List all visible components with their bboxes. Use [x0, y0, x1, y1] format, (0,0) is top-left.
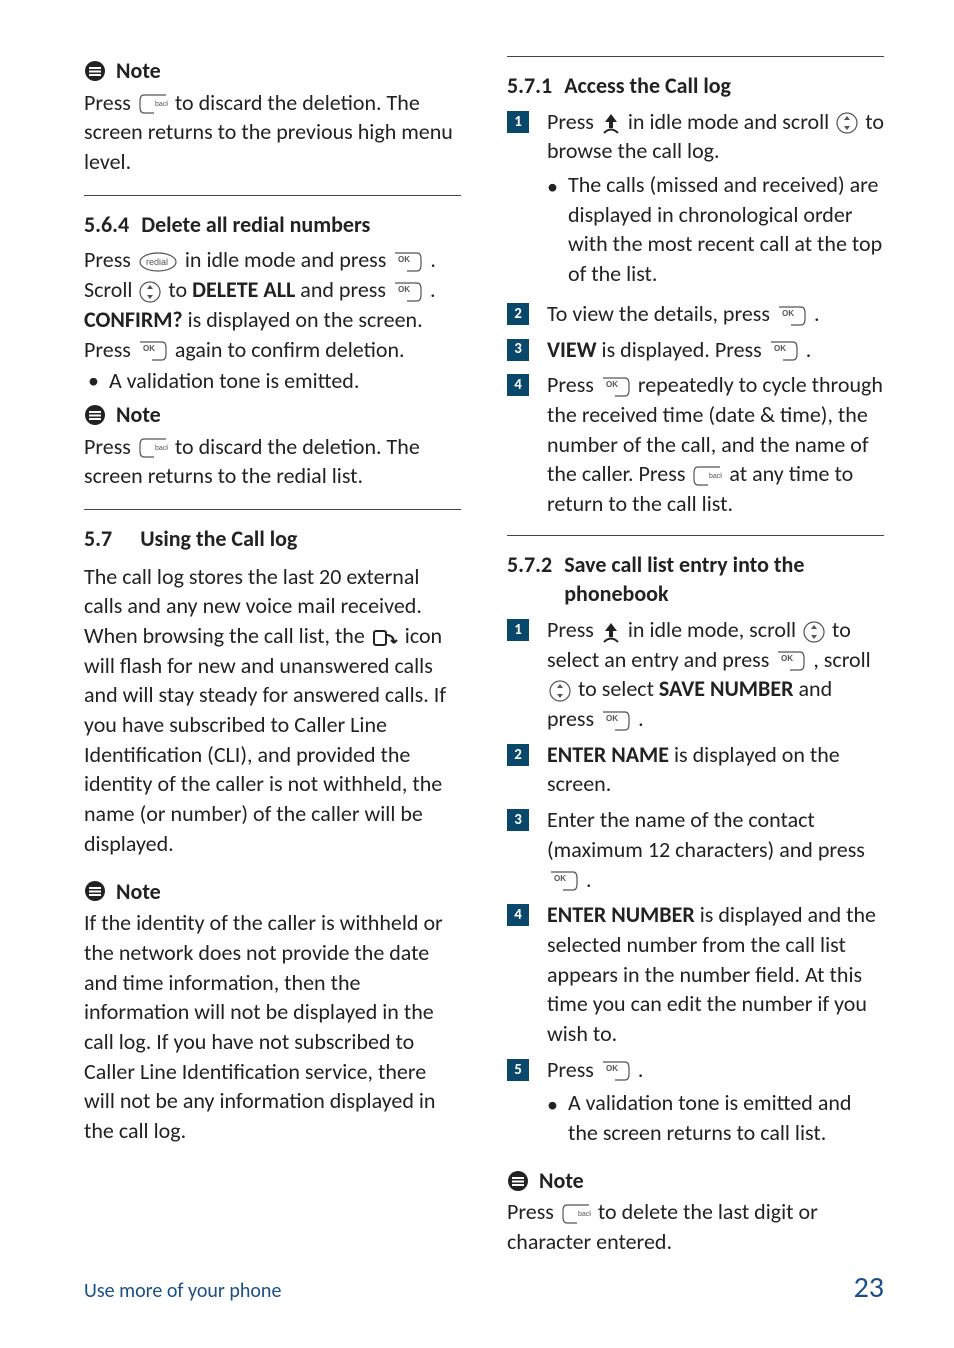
- ok-key-icon: [601, 1060, 631, 1082]
- step-item: 4 Press repeatedly to cycle through the …: [507, 370, 884, 518]
- ok-key-icon: [393, 281, 423, 303]
- step-item: 3 VIEW is displayed. Press .: [507, 335, 884, 365]
- note-body: Press to discard the deletion. The scree…: [84, 432, 461, 491]
- step-number: 4: [507, 374, 529, 396]
- step-item: 1 Press in idle mode, scroll to select a…: [507, 615, 884, 734]
- back-key-icon: [692, 465, 722, 487]
- left-column: Note Press to discard the deletion. The …: [84, 56, 461, 1257]
- heading-5-7-2: 5.7.2 Save call list entry into the phon…: [507, 550, 884, 609]
- step-number: 1: [507, 111, 529, 133]
- steps-5-7-2: 1 Press in idle mode, scroll to select a…: [507, 615, 884, 1152]
- note-heading: Note: [84, 877, 461, 907]
- step-item: 2 ENTER NAME is displayed on the screen.: [507, 740, 884, 799]
- note-heading: Note: [507, 1166, 884, 1196]
- bullet-dot: •: [547, 172, 558, 289]
- step-number: 3: [507, 809, 529, 831]
- note-icon: [84, 880, 106, 902]
- step-item: 1 Press in idle mode and scroll to brows…: [507, 107, 884, 293]
- footer-section-title: Use more of your phone: [84, 1278, 281, 1305]
- ok-key-icon: [393, 251, 423, 273]
- view-label: VIEW: [547, 336, 597, 363]
- heading-5-7-1: 5.7.1 Access the Call log: [507, 71, 884, 101]
- step-number: 4: [507, 904, 529, 926]
- bullet-dot: •: [88, 366, 99, 396]
- divider: [507, 56, 884, 57]
- note-icon: [507, 1170, 529, 1192]
- sub-bullet: • A validation tone is emitted and the s…: [547, 1088, 884, 1147]
- step-item: 2 To view the details, press .: [507, 299, 884, 329]
- ok-key-icon: [769, 340, 799, 362]
- heading-5-6-4: 5.6.4 Delete all redial numbers: [84, 210, 461, 240]
- note-body: If the identity of the caller is withhel…: [84, 908, 461, 1146]
- ok-key-icon: [549, 870, 579, 892]
- right-column: 5.7.1 Access the Call log 1 Press in idl…: [507, 56, 884, 1257]
- sub-bullet: • The calls (missed and received) are di…: [547, 170, 884, 289]
- divider: [507, 535, 884, 536]
- note-label: Note: [116, 877, 161, 907]
- heading-5-7: 5.7 Using the Call log: [84, 524, 461, 554]
- ok-key-icon: [776, 650, 806, 672]
- redial-key-icon: [138, 251, 178, 273]
- delete-all-label: DELETE ALL: [192, 276, 295, 303]
- note-label: Note: [539, 1166, 584, 1196]
- body-text: Press in idle mode and press . Scroll to…: [84, 245, 461, 304]
- call-log-up-icon: [601, 621, 621, 643]
- call-log-up-icon: [601, 112, 621, 134]
- ok-key-icon: [138, 340, 168, 362]
- note-icon: [84, 60, 106, 82]
- call-log-icon: [372, 627, 398, 649]
- enter-name-label: ENTER NAME: [547, 741, 669, 768]
- divider: [84, 195, 461, 196]
- back-key-icon: [561, 1203, 591, 1225]
- scroll-key-icon: [549, 680, 571, 702]
- page-number: 23: [854, 1268, 884, 1309]
- scroll-key-icon: [139, 281, 161, 303]
- step-number: 3: [507, 339, 529, 361]
- step-number: 5: [507, 1059, 529, 1081]
- note-body: Press to discard the deletion. The scree…: [84, 88, 461, 177]
- note-body: Press to delete the last digit or charac…: [507, 1197, 884, 1256]
- scroll-key-icon: [836, 112, 858, 134]
- page-footer: Use more of your phone 23: [84, 1268, 884, 1309]
- ok-key-icon: [601, 710, 631, 732]
- step-number: 2: [507, 303, 529, 325]
- bullet-item: • A validation tone is emitted.: [88, 366, 461, 396]
- back-key-icon: [138, 93, 168, 115]
- ok-key-icon: [601, 376, 631, 398]
- step-item: 4 ENTER NUMBER is displayed and the sele…: [507, 900, 884, 1048]
- confirm-label: CONFIRM?: [84, 306, 183, 333]
- divider: [84, 509, 461, 510]
- bullet-dot: •: [547, 1090, 558, 1147]
- ok-key-icon: [777, 305, 807, 327]
- back-key-icon: [138, 437, 168, 459]
- save-number-label: SAVE NUMBER: [659, 675, 794, 702]
- step-item: 5 Press . • A validation tone is emitted…: [507, 1055, 884, 1152]
- body-text: The call log stores the last 20 external…: [84, 562, 461, 859]
- note-heading: Note: [84, 400, 461, 430]
- step-number: 1: [507, 619, 529, 641]
- steps-5-7-1: 1 Press in idle mode and scroll to brows…: [507, 107, 884, 519]
- step-item: 3 Enter the name of the contact (maximum…: [507, 805, 884, 894]
- body-text: CONFIRM? is displayed on the screen. Pre…: [84, 305, 461, 364]
- note-label: Note: [116, 56, 161, 86]
- enter-number-label: ENTER NUMBER: [547, 901, 695, 928]
- step-number: 2: [507, 744, 529, 766]
- note-icon: [84, 404, 106, 426]
- scroll-key-icon: [803, 621, 825, 643]
- note-label: Note: [116, 400, 161, 430]
- note-heading: Note: [84, 56, 461, 86]
